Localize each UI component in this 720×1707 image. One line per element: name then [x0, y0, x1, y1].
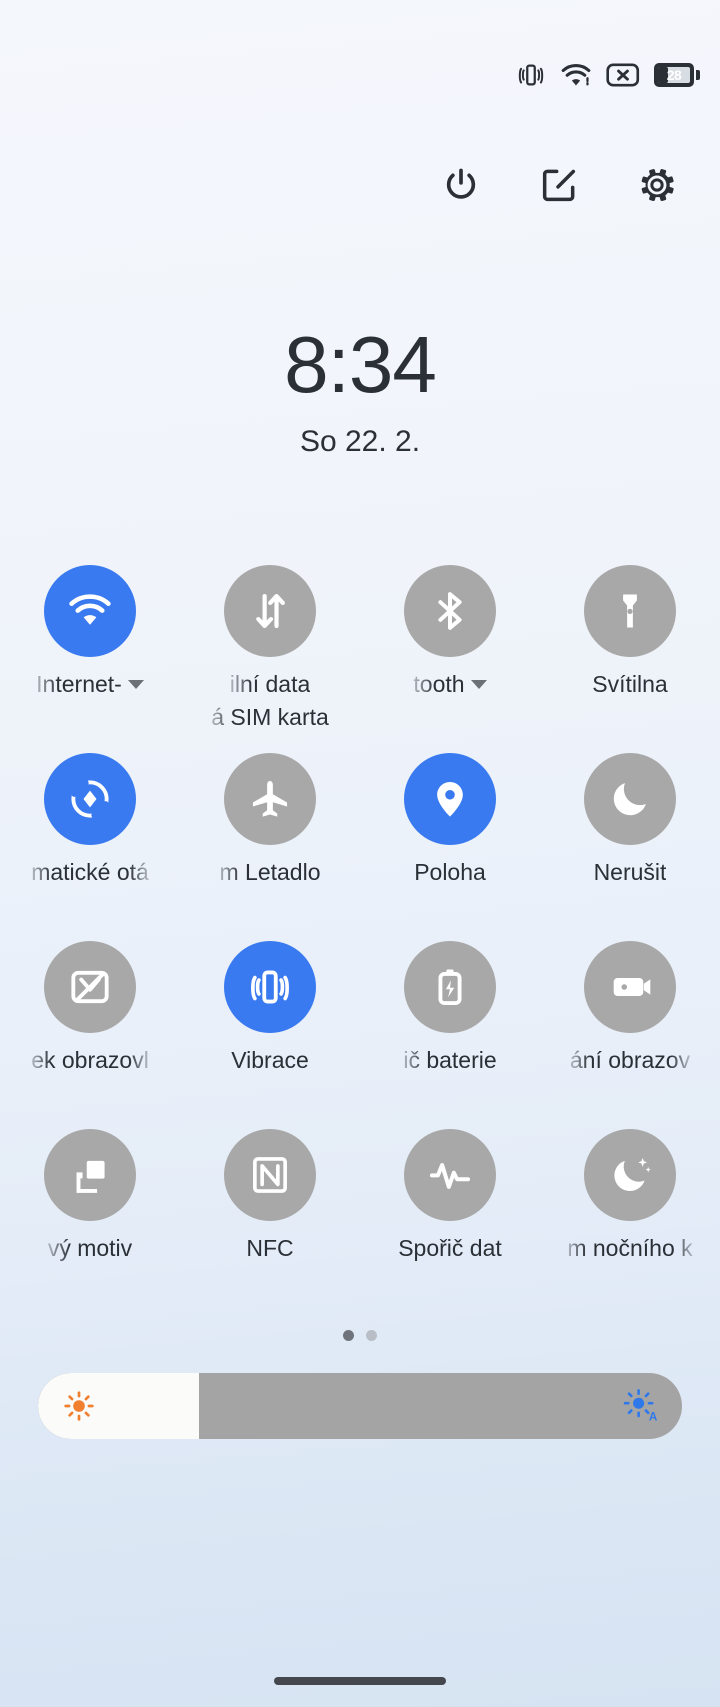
- screenshot-icon: [44, 941, 136, 1033]
- qs-tile-label: NFC: [246, 1235, 293, 1262]
- qs-tile-bluetooth[interactable]: tooth: [360, 565, 540, 753]
- chevron-down-icon[interactable]: [127, 680, 144, 689]
- qs-tile-nfc[interactable]: NFC: [180, 1129, 360, 1317]
- qs-tile-wifi[interactable]: Internet-: [0, 565, 180, 753]
- qs-tile-auto-rotate[interactable]: matické otá: [0, 753, 180, 941]
- qs-tile-dark-theme[interactable]: vý motiv: [0, 1129, 180, 1317]
- battery-percent-label: 28: [666, 67, 682, 83]
- qs-tile-label-text: ič baterie: [403, 1047, 497, 1073]
- battery-icon: 28: [654, 63, 700, 87]
- dark-theme-icon: [44, 1129, 136, 1221]
- qs-tile-data-saver[interactable]: Spořič dat: [360, 1129, 540, 1317]
- brightness-slider[interactable]: A: [38, 1373, 682, 1439]
- qs-tile-label-text: Internet-: [36, 671, 122, 697]
- qs-tile-screenshot[interactable]: ek obrazovl: [0, 941, 180, 1129]
- qs-tile-label-text: Vibrace: [231, 1047, 309, 1073]
- qs-tile-label: ek obrazovl: [31, 1047, 149, 1074]
- qs-tile-label-text: m Letadlo: [219, 859, 321, 885]
- qs-tile-label-text: ilní data: [229, 671, 311, 697]
- qs-tile-mobile-data[interactable]: ilní data á SIM karta: [180, 565, 360, 753]
- page-dot-2[interactable]: [366, 1330, 377, 1341]
- do-not-disturb-icon: [584, 753, 676, 845]
- qs-tile-screen-record[interactable]: ání obrazov: [540, 941, 720, 1129]
- night-light-icon: [584, 1129, 676, 1221]
- qs-tile-label: m Letadlo: [219, 859, 320, 886]
- page-indicator: [0, 1330, 720, 1341]
- qs-tile-label-text: tooth: [413, 671, 465, 697]
- qs-tile-label-text: ání obrazov: [569, 1047, 691, 1073]
- clock-time: 8:34: [284, 320, 437, 409]
- qs-tile-label: Nerušit: [594, 859, 667, 886]
- bluetooth-icon: [404, 565, 496, 657]
- nfc-icon: [224, 1129, 316, 1221]
- qs-tile-label: ání obrazov: [570, 1047, 690, 1074]
- qs-tile-label-text: vý motiv: [47, 1235, 133, 1261]
- qs-tile-label-text: NFC: [246, 1235, 294, 1261]
- qs-tile-label-text: matické otá: [31, 859, 149, 885]
- mobile-data-icon: [224, 565, 316, 657]
- qs-tile-label-text: ek obrazovl: [31, 1047, 149, 1073]
- qs-tile-label: matické otá: [31, 859, 149, 886]
- qs-tile-label-text: Svítilna: [592, 671, 668, 697]
- data-saver-icon: [404, 1129, 496, 1221]
- clock-date: So 22. 2.: [299, 425, 421, 458]
- wifi-icon: [44, 565, 136, 657]
- qs-tile-battery-saver[interactable]: ič baterie: [360, 941, 540, 1129]
- brightness-auto-icon[interactable]: A: [622, 1388, 658, 1424]
- location-icon: [404, 753, 496, 845]
- qs-tile-label: ič baterie: [403, 1047, 496, 1074]
- svg-text:A: A: [649, 1411, 658, 1424]
- brightness-low-icon: [62, 1389, 96, 1423]
- airplane-icon: [224, 753, 316, 845]
- wifi-icon: [560, 60, 592, 90]
- chevron-down-icon[interactable]: [470, 680, 487, 689]
- settings-button[interactable]: [634, 162, 680, 208]
- qs-tile-flashlight[interactable]: Svítilna: [540, 565, 720, 753]
- flashlight-icon: [584, 565, 676, 657]
- qs-tile-label-text: m nočního k: [567, 1235, 693, 1261]
- qs-tile-label: Vibrace: [231, 1047, 309, 1074]
- vibrate-icon: [516, 60, 546, 90]
- auto-rotate-icon: [44, 753, 136, 845]
- qs-tile-label: Spořič dat: [398, 1235, 502, 1262]
- qs-tile-location[interactable]: Poloha: [360, 753, 540, 941]
- qs-tile-label-text: Poloha: [414, 859, 486, 885]
- qs-tile-label: ilní data: [230, 671, 311, 698]
- no-sim-icon: [606, 61, 640, 89]
- vibrate-icon: [224, 941, 316, 1033]
- qs-tile-label-text: Spořič dat: [398, 1235, 502, 1261]
- qs-tile-label: Internet-: [36, 671, 144, 698]
- qs-tile-airplane[interactable]: m Letadlo: [180, 753, 360, 941]
- status-bar: 28: [0, 0, 720, 150]
- quick-settings-grid: Internet-ilní data á SIM karta tooth Svítil…: [0, 565, 720, 1317]
- qs-tile-do-not-disturb[interactable]: Nerušit: [540, 753, 720, 941]
- qs-tile-night-light[interactable]: m nočního k: [540, 1129, 720, 1317]
- edit-button[interactable]: [536, 162, 582, 208]
- qs-tile-label: vý motiv: [48, 1235, 132, 1262]
- home-indicator[interactable]: [274, 1677, 446, 1685]
- qs-tile-label-text: Nerušit: [593, 859, 667, 885]
- battery-saver-icon: [404, 941, 496, 1033]
- qs-tile-label: Poloha: [414, 859, 486, 886]
- qs-tile-label: Svítilna: [592, 671, 667, 698]
- action-bar: [0, 150, 720, 220]
- qs-tile-label: m nočního k: [567, 1235, 692, 1262]
- page-dot-1[interactable]: [343, 1330, 354, 1341]
- qs-tile-sublabel: á SIM karta: [211, 704, 329, 730]
- qs-tile-label: tooth: [413, 671, 487, 698]
- qs-tile-vibrate[interactable]: Vibrace: [180, 941, 360, 1129]
- power-button[interactable]: [438, 162, 484, 208]
- clock-block[interactable]: 8:34 So 22. 2.: [0, 325, 720, 459]
- screen-record-icon: [584, 941, 676, 1033]
